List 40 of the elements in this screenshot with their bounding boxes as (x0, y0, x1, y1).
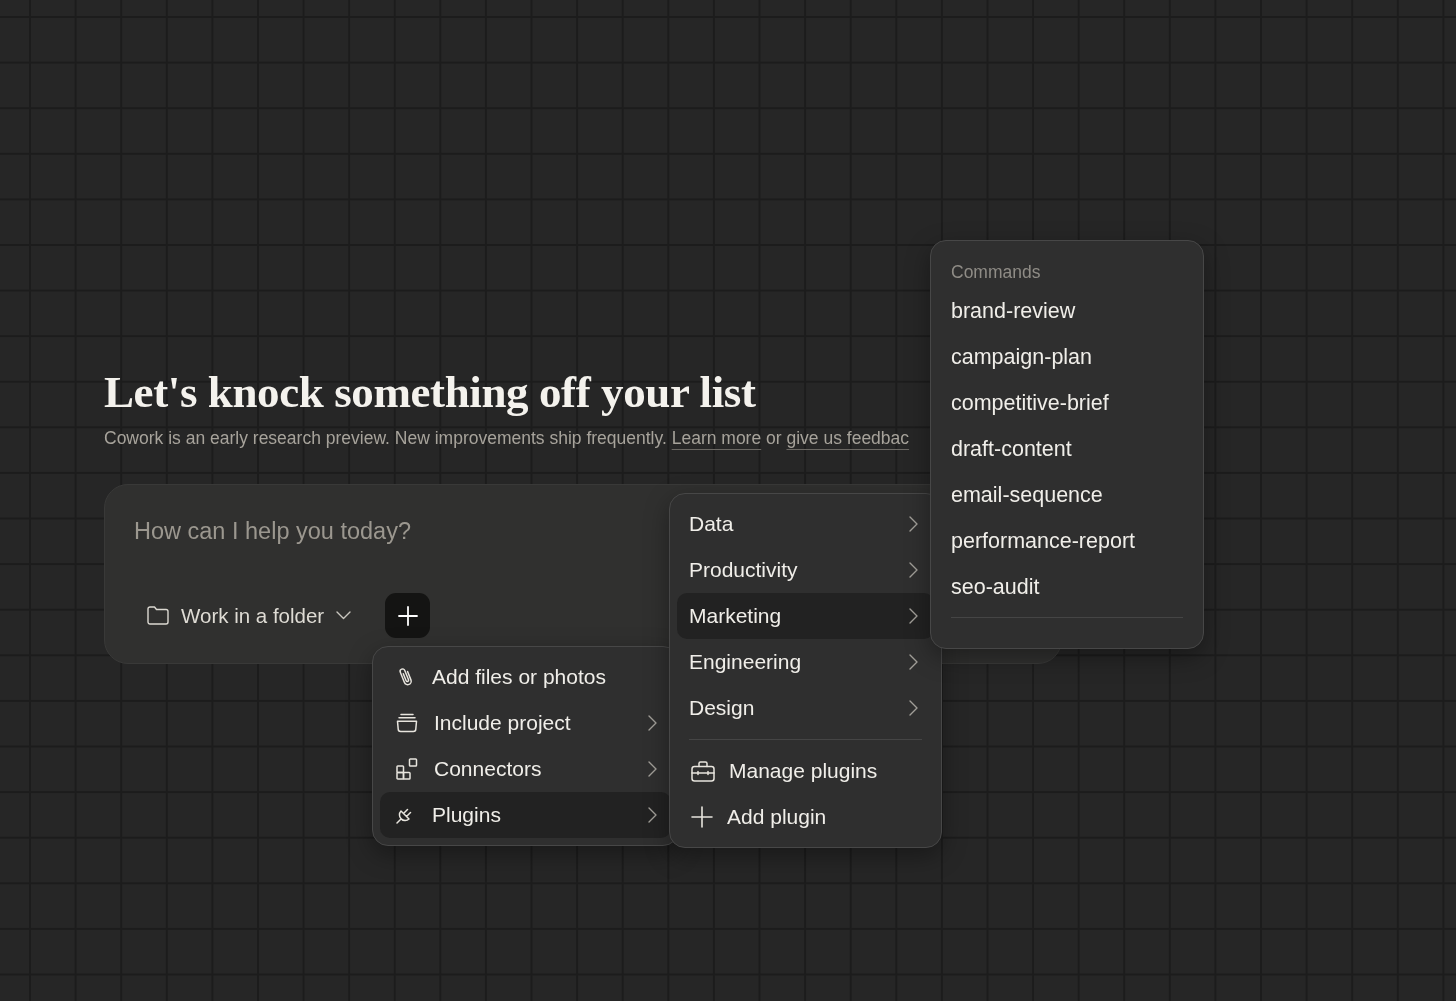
prompt-field[interactable]: How can I help you today? (134, 514, 634, 548)
chevron-right-icon (909, 700, 918, 716)
menu-item[interactable]: Include project (380, 700, 671, 746)
menu-item[interactable]: competitive-brief (938, 380, 1196, 426)
menu-item[interactable]: Plugins (380, 792, 671, 838)
menu-item[interactable]: Connectors (380, 746, 671, 792)
add-button[interactable] (385, 593, 431, 638)
chevron-right-icon (648, 807, 657, 823)
chevron-right-icon (648, 761, 657, 777)
menu-item[interactable]: brand-review (938, 288, 1196, 334)
chevron-right-icon (648, 715, 657, 731)
page-heading: Let's knock something off your list (104, 368, 756, 416)
text-link[interactable]: give us feedbac (786, 428, 910, 448)
menu-item[interactable]: Add files or photos (380, 654, 671, 700)
intro-text: Cowork is an early research preview. New improvements ship frequently. Learn more or give us feedbac (104, 427, 910, 450)
menu-item[interactable]: performance-report (938, 518, 1196, 564)
blocks-icon (396, 758, 418, 780)
section-heading: Commands (951, 261, 1042, 284)
menu-item[interactable]: Engineering (677, 639, 934, 685)
folder-icon (147, 606, 169, 625)
menu-item[interactable]: Data (677, 501, 934, 547)
menu-item[interactable]: Manage plugins (677, 748, 934, 794)
plus-icon (397, 605, 418, 626)
plus-icon (691, 806, 713, 828)
menu-item[interactable]: Design (677, 685, 934, 731)
chevron-right-icon (909, 562, 918, 578)
tray-icon (396, 713, 418, 733)
menu-item[interactable]: email-sequence (938, 472, 1196, 518)
menu-item[interactable]: Add plugin (677, 794, 934, 840)
folder-button[interactable]: Work in a folder (134, 593, 364, 638)
text-link[interactable]: Learn more (671, 428, 762, 448)
menu-item[interactable]: campaign-plan (938, 334, 1196, 380)
chevron-down-icon (336, 611, 352, 620)
menu-item[interactable]: Productivity (677, 547, 934, 593)
chevron-right-icon (909, 608, 918, 624)
menu-item[interactable]: draft-content (938, 426, 1196, 472)
chevron-right-icon (909, 516, 918, 532)
chevron-right-icon (909, 654, 918, 670)
toolbox-icon (691, 760, 715, 782)
menu-item[interactable]: seo-audit (938, 564, 1196, 610)
